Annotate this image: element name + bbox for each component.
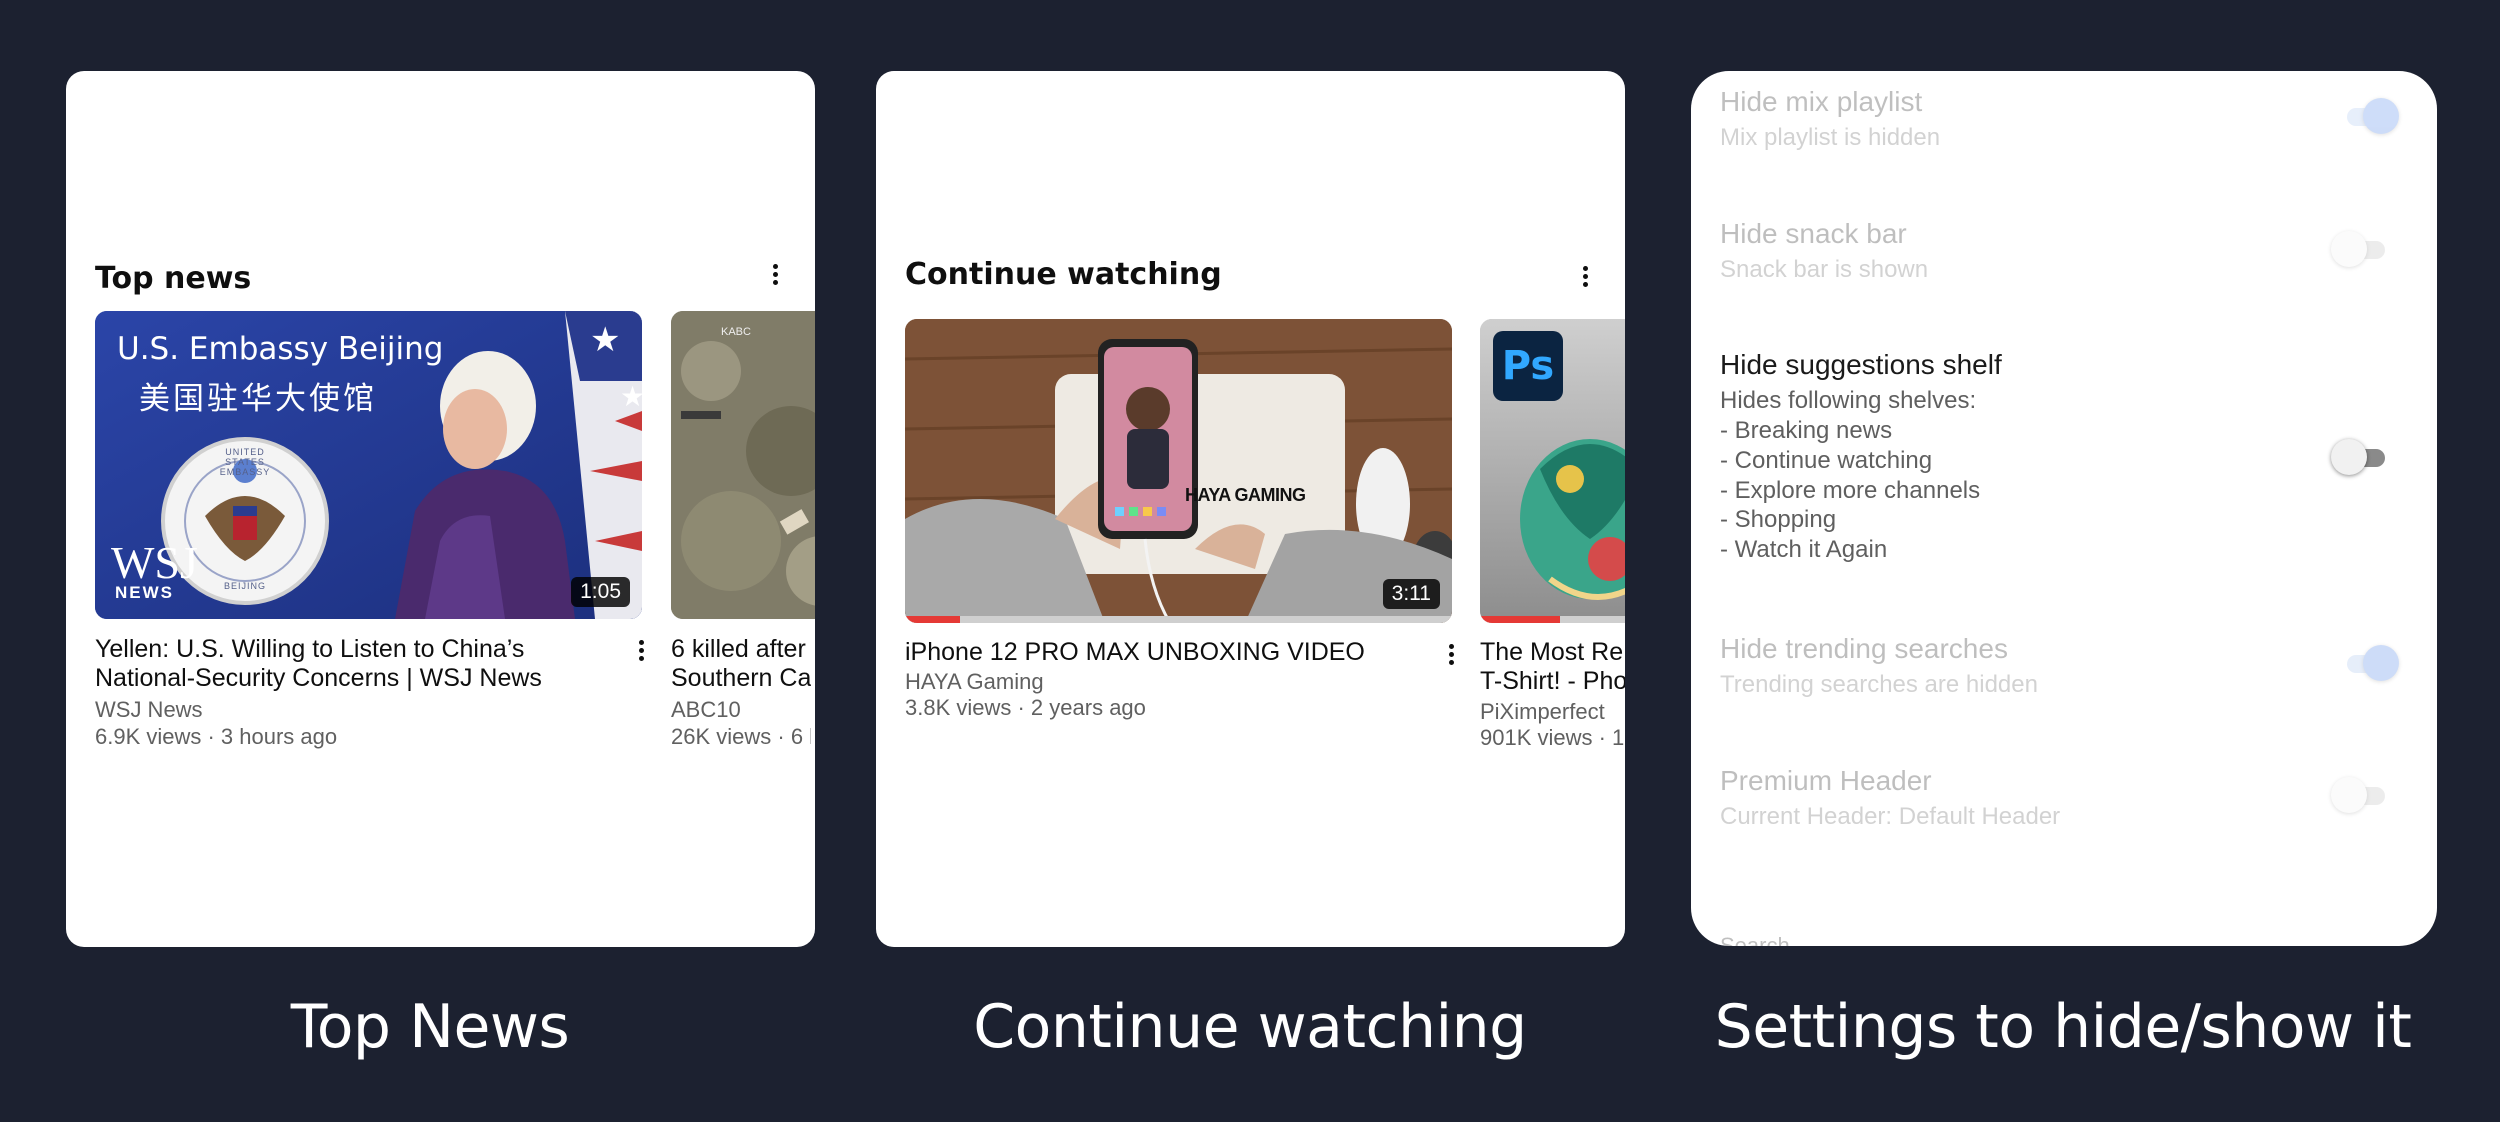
continue-watching-panel: Continue watching HAYA GAMING 3:11 Ps iP… [876, 71, 1625, 947]
shelf-list-item: - Continue watching [1720, 447, 1933, 474]
video-title[interactable]: The Most Re [1480, 638, 1625, 667]
shelf-list-item: - Shopping [1720, 506, 1837, 533]
video-title[interactable]: 6 killed after [671, 635, 811, 664]
duration-badge: 3:11 [1382, 579, 1440, 609]
watch-progress-bar [905, 616, 960, 623]
video-title-line2[interactable]: T-Shirt! - Pho [1480, 667, 1625, 696]
thumbnail-caption: U.S. Embassy Beijing [117, 331, 444, 367]
video-thumbnail[interactable]: HAYA GAMING 3:11 [905, 319, 1452, 623]
setting-subtitle: Hides following shelves: [1720, 387, 1977, 414]
video-thumbnail[interactable]: ★ ★ U.S. Embassy Beijing 美国驻华大使馆 UNITED … [95, 311, 642, 619]
shelf-more-icon[interactable] [763, 261, 787, 291]
svg-text:★: ★ [590, 320, 620, 360]
toggle-switch[interactable] [2331, 437, 2391, 477]
duration-badge: 1:05 [571, 577, 630, 607]
setting-title: Hide mix playlist [1720, 86, 1923, 117]
settings-panel: Hide mix playlist Mix playlist is hidden… [1691, 71, 2437, 946]
seal-text-bottom: BEIJING [223, 581, 266, 591]
thumbnail-caption-cn: 美国驻华大使馆 [139, 381, 377, 417]
station-logo: KABC [721, 326, 751, 338]
channel-name[interactable]: PiXimperfect [1480, 698, 1625, 725]
video-title-line2[interactable]: National-Security Concerns | WSJ News [95, 664, 635, 693]
setting-subtitle: Current Header: Default Header [1720, 803, 2061, 830]
watch-progress-bar [1480, 616, 1560, 623]
channel-name[interactable]: ABC10 [671, 696, 811, 723]
shelf-title: Continue watching [905, 257, 1222, 292]
toggle-switch[interactable] [2339, 643, 2399, 683]
video-meta: 6.9K views · 3 hours ago [95, 724, 338, 749]
caption-settings: Settings to hide/show it [1714, 992, 2412, 1062]
cut-off-setting-title: Search [1720, 933, 1790, 946]
thumbnail-caption: HAYA GAMING [1185, 485, 1306, 505]
toggle-switch[interactable] [2331, 775, 2391, 815]
setting-title: Hide trending searches [1720, 633, 2008, 664]
video-title[interactable]: iPhone 12 PRO MAX UNBOXING VIDEO [905, 638, 1435, 667]
video-thumbnail[interactable]: Ps [1480, 319, 1625, 623]
seal-text: UNITED STATES EMBASSY [219, 447, 271, 477]
video-meta: 901K views · 1 [1480, 725, 1625, 750]
video-thumbnail[interactable]: KABC [671, 311, 815, 619]
photoshop-badge: Ps [1493, 331, 1563, 401]
wsj-logo: WSJ [111, 537, 198, 588]
video-meta: 26K views · 6 h [671, 724, 811, 749]
video-meta: 3.8K views · 2 years ago [905, 695, 1146, 720]
shelf-list-item: - Watch it Again [1720, 536, 1888, 563]
video-more-icon[interactable] [1439, 641, 1463, 671]
video-title[interactable]: Yellen: U.S. Willing to Listen to China’… [95, 635, 635, 664]
svg-text:★: ★ [620, 380, 642, 413]
progress-track [905, 616, 1452, 623]
channel-name[interactable]: HAYA Gaming [905, 668, 1044, 695]
setting-title: Hide suggestions shelf [1720, 349, 2002, 380]
setting-subtitle: Snack bar is shown [1720, 256, 1929, 283]
setting-subtitle: Trending searches are hidden [1720, 671, 2038, 698]
video-title-line2[interactable]: Southern Cal [671, 664, 811, 693]
shelf-list-item: - Breaking news [1720, 417, 1893, 444]
toggle-switch[interactable] [2339, 96, 2399, 136]
setting-subtitle: Mix playlist is hidden [1720, 124, 1941, 151]
channel-name[interactable]: WSJ News [95, 696, 203, 723]
shelf-more-icon[interactable] [1573, 263, 1597, 293]
setting-title: Hide snack bar [1720, 218, 1907, 249]
caption-top-news: Top News [290, 992, 570, 1062]
thumbnail-art [671, 311, 815, 619]
thumbnail-art [905, 319, 1452, 623]
caption-continue-watching: Continue watching [973, 992, 1527, 1062]
toggle-switch[interactable] [2331, 229, 2391, 269]
setting-title: Premium Header [1720, 765, 1932, 796]
shelf-list-item: - Explore more channels [1720, 477, 1981, 504]
video-more-icon[interactable] [629, 637, 653, 667]
top-news-panel: Top news ★ ★ U.S. Embassy Beijing 美国驻华大使… [66, 71, 815, 947]
wsj-logo-sub: NEWS [115, 583, 174, 602]
shelf-title: Top news [95, 261, 252, 296]
